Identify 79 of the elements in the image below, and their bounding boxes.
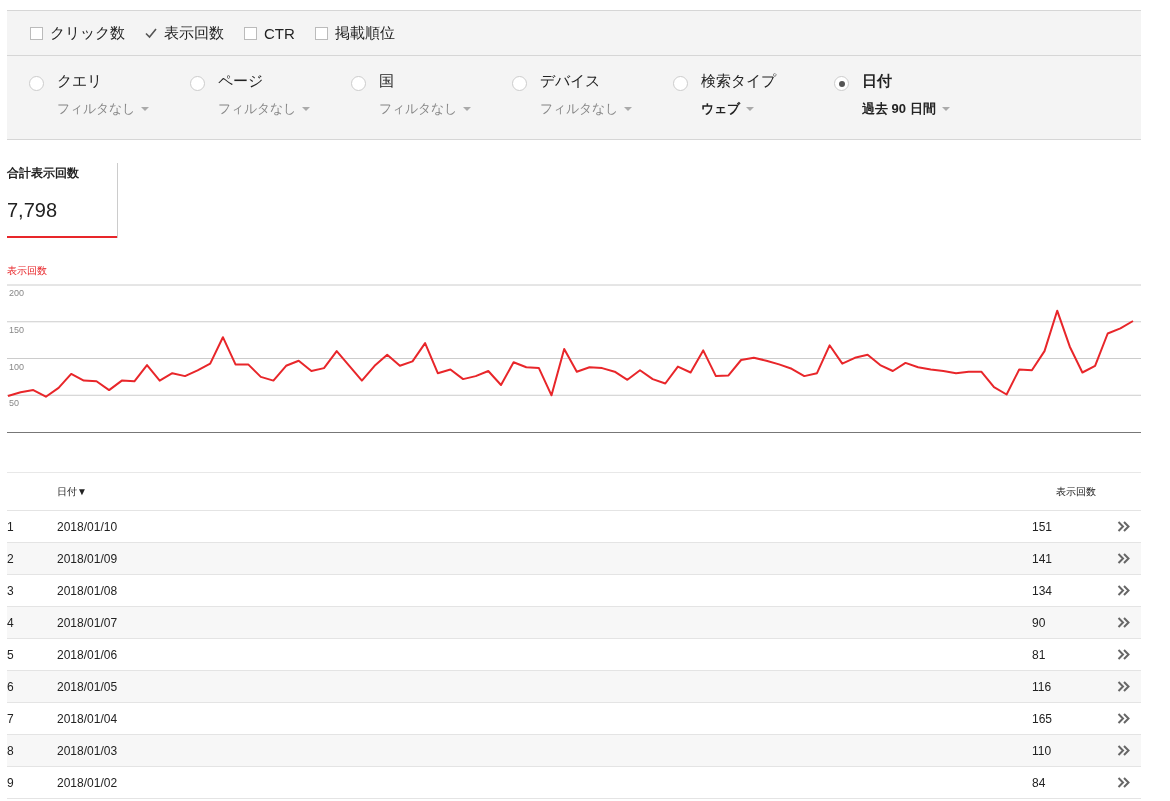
row-number: 9 bbox=[7, 775, 15, 790]
table-cell-text: 2018/01/05 bbox=[57, 679, 119, 694]
row-number: 4 bbox=[7, 615, 15, 630]
dimension-label[interactable]: 国 bbox=[379, 72, 394, 91]
caret-icon bbox=[302, 107, 310, 111]
caret-icon bbox=[941, 107, 950, 111]
row-number: 5 bbox=[7, 647, 15, 662]
table-cell-text: 151 bbox=[1032, 519, 1054, 534]
row-number: 3 bbox=[7, 583, 15, 598]
row-number: 7 bbox=[7, 711, 15, 726]
dimension-label[interactable]: デバイス bbox=[540, 72, 600, 91]
filter-dropdown[interactable]: ウェブ bbox=[701, 100, 754, 118]
table-row[interactable]: 4 2018/01/07 90 bbox=[7, 607, 1141, 639]
checkmark-icon[interactable] bbox=[145, 27, 157, 39]
chart-title: 表示回数 bbox=[7, 264, 48, 278]
filter-dropdown[interactable]: 過去 90 日間 bbox=[862, 100, 950, 118]
table-cell-text: 2018/01/04 bbox=[57, 711, 119, 726]
double-chevron-icon[interactable] bbox=[1117, 553, 1130, 564]
table-cell-text: 141 bbox=[1032, 551, 1054, 566]
table-cell-text: 2018/01/09 bbox=[57, 551, 119, 566]
table-cell-text: 165 bbox=[1032, 711, 1054, 726]
checkbox-label[interactable]: 表示回数 bbox=[164, 23, 224, 43]
table-cell-text: 2018/01/08 bbox=[57, 583, 119, 598]
radio-button[interactable] bbox=[512, 76, 527, 91]
dimension-label[interactable]: 検索タイプ bbox=[701, 72, 776, 91]
dimension-label[interactable]: ページ bbox=[218, 72, 263, 91]
double-chevron-icon[interactable] bbox=[1117, 713, 1130, 724]
dimension-label[interactable]: クエリ bbox=[57, 72, 102, 91]
row-number: 6 bbox=[7, 679, 15, 694]
radio-button[interactable] bbox=[351, 76, 366, 91]
double-chevron-icon[interactable] bbox=[1117, 777, 1130, 788]
caret-icon bbox=[746, 107, 754, 111]
row-number: 2 bbox=[7, 551, 15, 566]
checkbox[interactable] bbox=[30, 26, 43, 40]
table-cell-text: 2018/01/06 bbox=[57, 647, 119, 662]
caret-icon bbox=[141, 107, 149, 111]
double-chevron-icon[interactable] bbox=[1117, 617, 1130, 628]
table-row[interactable]: 2 2018/01/09 141 bbox=[7, 543, 1141, 575]
table-cell-text: 2018/01/02 bbox=[57, 775, 119, 790]
axis-label: 200 bbox=[9, 288, 25, 298]
radio-button[interactable] bbox=[190, 76, 205, 91]
column-header[interactable]: 日付▼ bbox=[57, 484, 1056, 499]
summary-card[interactable]: 合計表示回数 7,798 bbox=[7, 163, 117, 238]
axis-label: 50 bbox=[9, 398, 19, 409]
table-cell-text: 110 bbox=[1032, 743, 1053, 758]
caret-icon bbox=[463, 107, 471, 111]
checkbox-label[interactable]: クリック数 bbox=[50, 23, 125, 43]
checkbox[interactable] bbox=[314, 26, 328, 40]
checkbox[interactable] bbox=[244, 26, 257, 40]
column-header[interactable]: 表示回数 bbox=[1056, 484, 1141, 499]
row-number: 1 bbox=[7, 519, 15, 534]
dimension-label[interactable]: 日付 bbox=[862, 72, 892, 91]
double-chevron-icon[interactable] bbox=[1117, 585, 1130, 596]
row-number: 8 bbox=[7, 743, 15, 758]
summary-value: 7,798 bbox=[7, 199, 59, 222]
table-cell-text: 116 bbox=[1032, 679, 1053, 694]
double-chevron-icon[interactable] bbox=[1117, 649, 1130, 660]
table-row[interactable]: 6 2018/01/05 116 bbox=[7, 671, 1141, 703]
checkbox-label[interactable]: 掲載順位 bbox=[334, 23, 395, 43]
table-cell-text: 90 bbox=[1032, 615, 1047, 630]
table-cell-text: 2018/01/07 bbox=[57, 615, 119, 630]
caret-icon bbox=[624, 107, 632, 111]
axis-label: 100 bbox=[9, 361, 25, 372]
axis-label: 150 bbox=[9, 324, 25, 335]
checkbox-label[interactable]: CTR bbox=[264, 24, 295, 42]
double-chevron-icon[interactable] bbox=[1117, 521, 1130, 532]
radio-button[interactable] bbox=[673, 76, 688, 91]
table-row[interactable]: 9 2018/01/02 84 bbox=[7, 767, 1141, 799]
radio-button[interactable] bbox=[834, 76, 849, 91]
table-cell-text: 2018/01/10 bbox=[57, 519, 119, 534]
summary-label: 合計表示回数 bbox=[7, 165, 80, 182]
table-cell-text: 134 bbox=[1032, 583, 1054, 598]
table-cell-text: 2018/01/03 bbox=[57, 743, 119, 758]
table-cell-text: 81 bbox=[1032, 647, 1047, 662]
double-chevron-icon[interactable] bbox=[1117, 745, 1130, 756]
radio-button[interactable] bbox=[29, 76, 44, 91]
table-cell-text: 84 bbox=[1032, 775, 1047, 790]
table-row[interactable]: 8 2018/01/03 110 bbox=[7, 735, 1141, 767]
double-chevron-icon[interactable] bbox=[1117, 681, 1130, 692]
